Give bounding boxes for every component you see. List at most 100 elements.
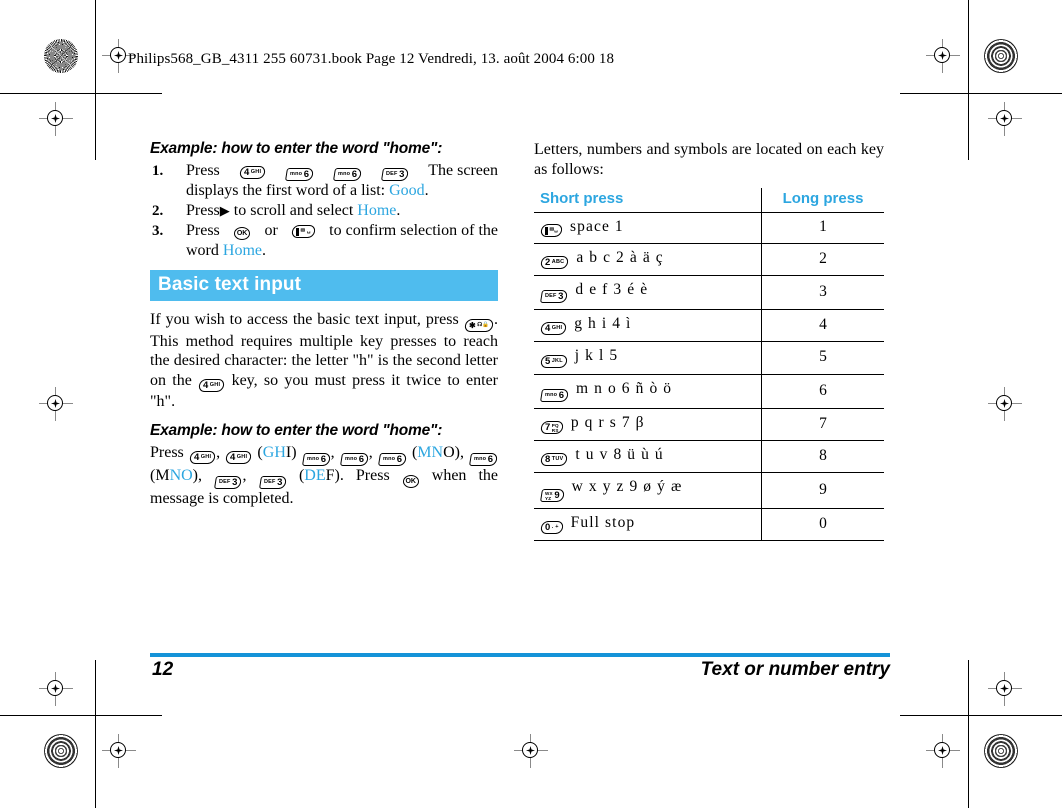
key-4-ghi[interactable]: 4 GHI [188, 450, 217, 464]
step-2: 2. Press▶ to scroll and select Home. [150, 201, 498, 221]
word-good: Good [389, 182, 425, 200]
step-1-press-label: Press [186, 162, 220, 179]
footer-page-number: 12 [152, 659, 174, 680]
key-6-mno[interactable]: mno 6 [377, 452, 407, 466]
basic-text-input-paragraph: If you wish to access the basic text inp… [150, 310, 498, 411]
letter-f: F [325, 466, 335, 484]
key-0-fullstop[interactable]: 0. + [539, 521, 564, 534]
table-row: 0. + Full stop 0 [534, 508, 884, 542]
table-row: 8 TUV t u v 8 ü ù ú 8 [534, 440, 884, 474]
letter-i: I [285, 443, 292, 461]
example-1-heading: Example: how to enter the word "home": [150, 140, 443, 157]
footer-section-title: Text or number entry [700, 659, 890, 680]
cell-long-press: 1 [761, 212, 884, 244]
table-row: 5 JKL j k l 5 5 [534, 341, 884, 375]
table-row: mno 6 m n o 6 ñ ò ö 6 [534, 374, 884, 409]
step-1-line2-pre: displays the first word of a list: [186, 182, 390, 200]
word-home: Home [357, 202, 397, 220]
cell-long-press: 6 [761, 374, 884, 409]
short-press-chars: a b c 2 à ä ç [576, 248, 664, 266]
right-column: Letters, numbers and symbols are located… [534, 140, 884, 542]
key-6-mno[interactable]: mno 6 [332, 168, 362, 182]
short-press-chars: m n o 6 ñ ò ö [576, 379, 673, 397]
letters-de: DE [304, 466, 326, 484]
letters-gh: GH [262, 443, 286, 461]
table-row: DEF 3 d e f 3 é è 3 [534, 275, 884, 311]
table-row: 4 GHI g h i 4 ì 4 [534, 309, 884, 343]
para1-part-a: If you wish to access the basic text inp… [150, 311, 464, 329]
table-head: Short press Long press [534, 188, 884, 213]
key-3-def[interactable]: DEF 3 [539, 290, 569, 303]
short-press-chars: space 1 [570, 218, 624, 235]
cell-short-press: WX YZ 9 w x y z 9 ø ý æ [534, 472, 762, 509]
cell-short-press: 8 TUV t u v 8 ü ù ú [534, 440, 762, 474]
key-6-mno[interactable]: mno 6 [339, 452, 369, 466]
numbered-steps-list: 1. Press 4 GHI mno 6 mno 6 DEF 3 The screen … [150, 161, 498, 261]
key-6-mno[interactable]: mno 6 [469, 452, 499, 466]
example2-press2: . Press [339, 466, 390, 484]
step-3-or-label: or [264, 222, 278, 240]
section-banner-basic-text-input: Basic text input [150, 270, 498, 302]
key-7-pqrs[interactable]: 7 PQ RS [539, 421, 564, 434]
cell-short-press: 4 GHI g h i 4 ì [534, 309, 762, 343]
key-3-def[interactable]: DEF 3 [380, 168, 410, 182]
step-1-number: 1. [152, 163, 164, 179]
key-4-ghi[interactable]: 4 GHI [225, 450, 253, 464]
key-1-space[interactable]: ✉ ␣ [291, 224, 316, 238]
column-header-long-press: Long press [761, 188, 884, 213]
step-2-press-label: Press [186, 202, 220, 220]
cell-long-press: 2 [761, 243, 884, 276]
step-1: 1. Press 4 GHI mno 6 mno 6 DEF 3 The screen … [150, 161, 498, 201]
keys-intro-paragraph: Letters, numbers and symbols are located… [534, 141, 884, 178]
letter-m: M [155, 466, 170, 484]
key-6-mno[interactable]: mno 6 [539, 388, 570, 402]
column-header-short-press: Short press [540, 190, 624, 207]
short-press-chars: g h i 4 ì [574, 315, 632, 332]
para1-part-b: . [494, 311, 498, 329]
letters-no: NO [169, 466, 193, 484]
step-1-text-after: The screen [428, 162, 498, 179]
cell-long-press: 4 [761, 309, 884, 343]
cell-short-press: ✉␣ space 1 [534, 212, 762, 244]
key-4-ghi[interactable]: 4 GHI [238, 166, 266, 180]
key-ok[interactable]: OK [234, 227, 251, 241]
key-2-abc[interactable]: 2 ABC [539, 255, 570, 269]
cell-short-press: DEF 3 d e f 3 é è [534, 275, 762, 311]
letters-mn: MN [417, 443, 444, 461]
key-9-wxyz[interactable]: WX YZ 9 [539, 488, 565, 502]
key-3-def[interactable]: DEF 3 [214, 476, 243, 489]
key-4-ghi[interactable]: 4 GHI [539, 322, 568, 336]
example-2-paragraph: Press 4 GHI, 4 GHI (GHI) mno 6, mno 6, mno 6 … [150, 443, 499, 507]
step-3-line2-post: . [262, 242, 266, 260]
short-press-chars: t u v 8 ü ù ú [575, 446, 664, 463]
cell-long-press: 3 [761, 275, 884, 311]
step-2-number: 2. [152, 203, 164, 220]
key-4-ghi[interactable]: 4 GHI [198, 379, 226, 392]
key-1-space[interactable]: ✉␣ [539, 223, 564, 237]
key-3-def[interactable]: DEF 3 [258, 476, 287, 489]
example-2-heading: Example: how to enter the word "home": [150, 421, 443, 439]
key-6-mno[interactable]: mno 6 [284, 168, 314, 182]
right-arrow-icon: ▶ [219, 203, 230, 219]
key-6-mno[interactable]: mno 6 [301, 452, 331, 466]
step-3: 3. Press OK or ✉ ␣ to confirm selection … [150, 221, 498, 261]
key-ok[interactable]: OK [402, 474, 419, 488]
cell-long-press: 0 [761, 508, 884, 542]
step-3-number: 3. [152, 223, 164, 240]
key-5-jkl[interactable]: 5 JKL [539, 354, 568, 368]
step-2-post: . [396, 202, 401, 220]
key-8-tuv[interactable]: 8 TUV [539, 453, 569, 467]
short-press-chars: p q r s 7 β [570, 413, 645, 431]
cell-long-press: 7 [761, 408, 884, 442]
short-press-chars: j k l 5 [574, 347, 619, 365]
letter-o: O [443, 443, 455, 461]
table-row: 7 PQ RS p q r s 7 β 7 [534, 408, 884, 442]
cell-short-press: 7 PQ RS p q r s 7 β [534, 408, 762, 442]
table-header-row: Short press Long press [534, 188, 884, 213]
key-mapping-table: Short press Long press ✉␣ space 1 1 2 ABC a… [534, 188, 884, 542]
short-press-chars: w x y z 9 ø ý æ [571, 478, 683, 496]
step-3-press-label: Press [186, 222, 220, 240]
short-press-chars: d e f 3 é è [575, 280, 649, 298]
step-2-text-mid: to scroll and select [229, 202, 358, 220]
key-star[interactable]: ✱ ☊🔒 [463, 318, 495, 332]
